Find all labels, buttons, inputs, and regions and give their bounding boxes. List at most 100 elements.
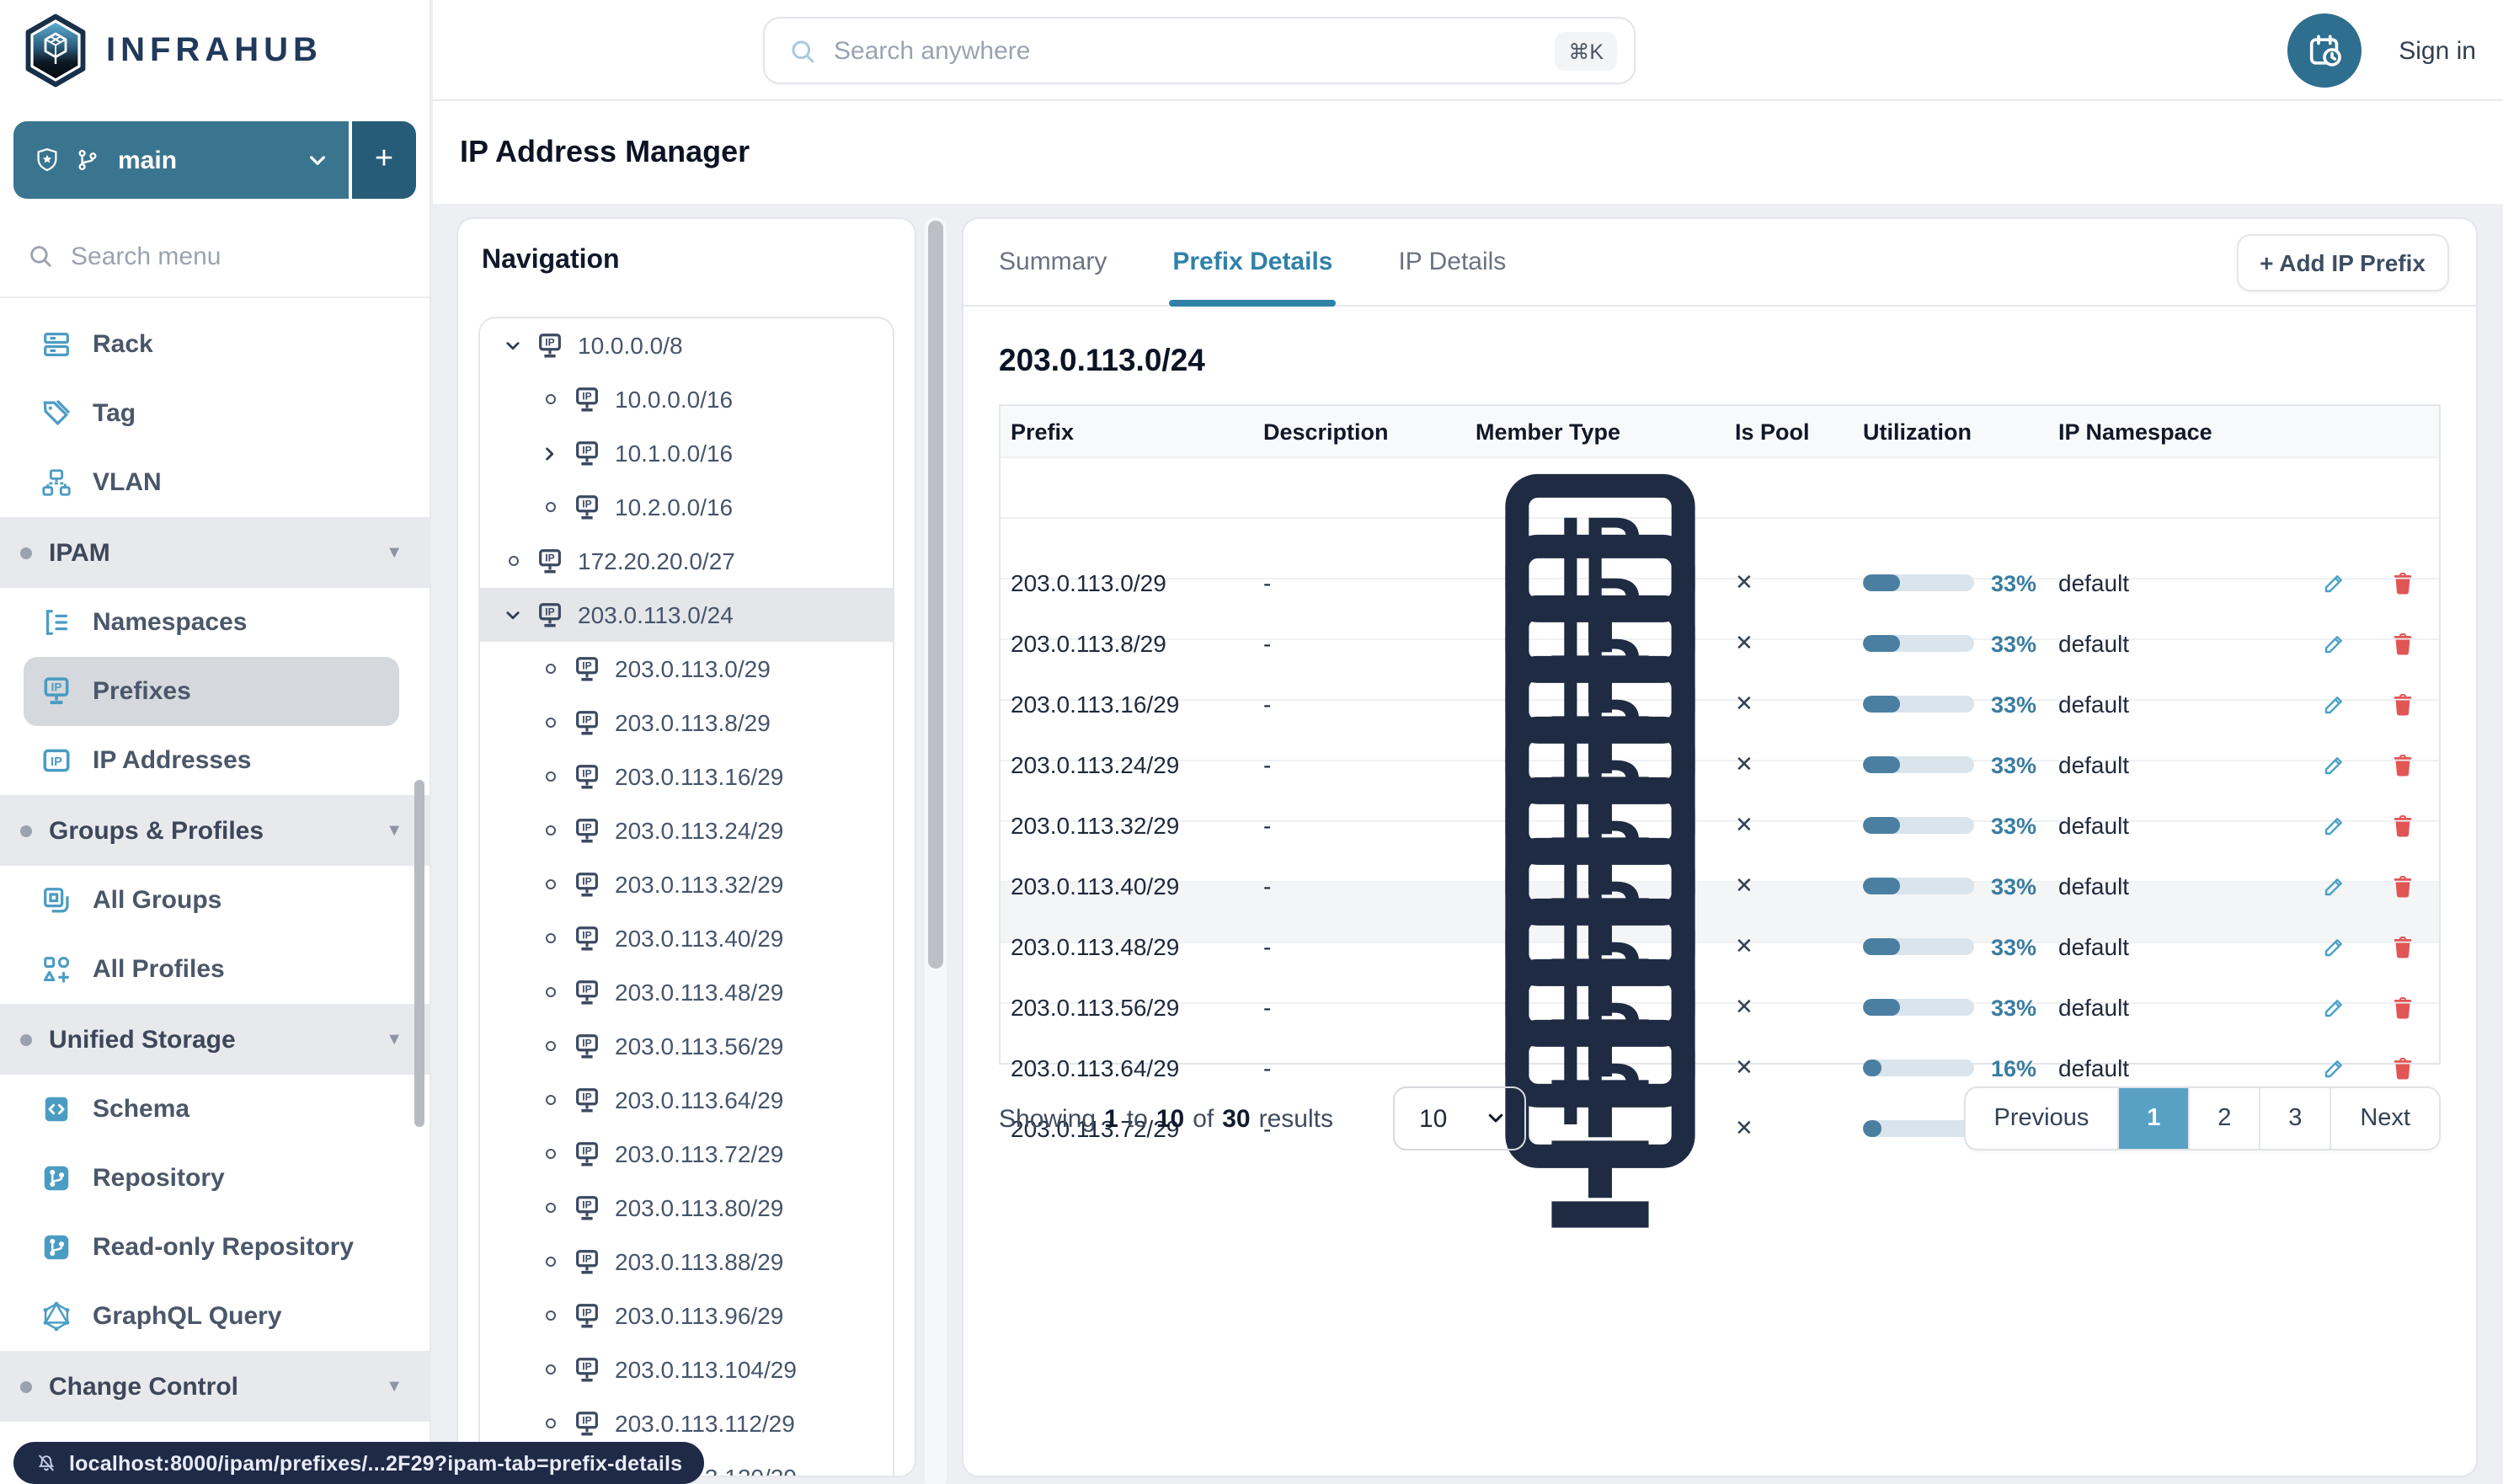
delete-prefix-button[interactable]: [2390, 873, 2415, 899]
sidebar-item-namespaces[interactable]: Namespaces: [0, 588, 430, 657]
tree-item-10-1-0-0-16[interactable]: IP 10.1.0.0/16: [480, 426, 893, 480]
sidebar-item-graphql-query[interactable]: GraphQL Query: [0, 1282, 430, 1351]
sidebar-item-read-only-repository[interactable]: Read-only Repository: [0, 1213, 430, 1282]
sidebar-section-groups-profiles[interactable]: Groups & Profiles ▼: [0, 795, 430, 866]
sidebar-item-repository[interactable]: Repository: [0, 1144, 430, 1213]
sidebar-item-vlan[interactable]: VLAN: [0, 448, 430, 517]
tree-item-label: 203.0.113.48/29: [615, 979, 784, 1006]
tree-item-10-0-0-0-8[interactable]: IP 10.0.0.0/8: [480, 318, 893, 372]
ip-prefix-icon: IP: [536, 547, 564, 575]
tree-item-203-0-113-80-29[interactable]: IP 203.0.113.80/29: [480, 1181, 893, 1235]
pagination-button-2[interactable]: 2: [2188, 1088, 2260, 1149]
brand[interactable]: INFRAHUB: [0, 0, 430, 101]
edit-prefix-button[interactable]: [2321, 995, 2346, 1020]
tree-item-203-0-113-0-24[interactable]: IP 203.0.113.0/24: [480, 588, 893, 642]
sidebar-item-all-profiles[interactable]: All Profiles: [0, 935, 430, 1004]
tree-item-10-2-0-0-16[interactable]: IP 10.2.0.0/16: [480, 480, 893, 534]
schedule-button[interactable]: [2287, 13, 2362, 88]
sidebar-section-unified-storage[interactable]: Unified Storage ▼: [0, 1004, 430, 1075]
delete-prefix-button[interactable]: [2390, 691, 2415, 717]
tab-summary[interactable]: Summary: [999, 219, 1107, 305]
sidebar-item-label: Rack: [93, 330, 153, 359]
leaf-bullet-icon: [545, 1418, 555, 1428]
sidebar-item-schema[interactable]: Schema: [0, 1075, 430, 1144]
delete-prefix-button[interactable]: [2390, 813, 2415, 838]
tree-item-203-0-113-24-29[interactable]: IP 203.0.113.24/29: [480, 803, 893, 857]
sidebar-section-ipam[interactable]: IPAM ▼: [0, 517, 430, 588]
pagination-button-previous[interactable]: Previous: [1965, 1088, 2118, 1149]
tree-item-203-0-113-88-29[interactable]: IP 203.0.113.88/29: [480, 1235, 893, 1289]
tree-item-203-0-113-32-29[interactable]: IP 203.0.113.32/29: [480, 857, 893, 911]
chevron-down-icon[interactable]: [500, 336, 526, 355]
edit-prefix-button[interactable]: [2321, 752, 2346, 777]
cell-utilization: 33%: [1853, 691, 2048, 717]
pagination-button-1[interactable]: 1: [2117, 1088, 2189, 1149]
tree-item-203-0-113-40-29[interactable]: IP 203.0.113.40/29: [480, 911, 893, 965]
current-branch-label: main: [118, 146, 178, 174]
edit-prefix-button[interactable]: [2321, 631, 2346, 656]
page-size-select[interactable]: 10: [1393, 1086, 1527, 1150]
leaf-bullet-icon: [545, 1149, 555, 1159]
add-ip-prefix-button[interactable]: + Add IP Prefix: [2236, 234, 2449, 291]
chevron-down-icon[interactable]: [500, 606, 526, 624]
edit-prefix-button[interactable]: [2321, 570, 2346, 595]
sidebar-item-all-groups[interactable]: All Groups: [0, 866, 430, 935]
tree-item-172-20-20-0-27[interactable]: IP 172.20.20.0/27: [480, 534, 893, 588]
tree-item-203-0-113-96-29[interactable]: IP 203.0.113.96/29: [480, 1289, 893, 1343]
cell-actions: [2298, 813, 2439, 838]
tree-item-203-0-113-72-29[interactable]: IP 203.0.113.72/29: [480, 1127, 893, 1181]
pagination-button-next[interactable]: Next: [2330, 1088, 2439, 1149]
tree-item-203-0-113-8-29[interactable]: IP 203.0.113.8/29: [480, 696, 893, 750]
sidebar: INFRAHUB main + Search menu Rack Tag VLAN I…: [0, 0, 431, 1484]
tree-item-203-0-113-0-29[interactable]: IP 203.0.113.0/29: [480, 642, 893, 696]
tree-item-label: 10.0.0.0/16: [615, 386, 734, 413]
navigation-scrollbar[interactable]: [925, 217, 947, 1484]
edit-prefix-button[interactable]: [2321, 691, 2346, 717]
sidebar-item-ip-addresses[interactable]: IP IP Addresses: [0, 726, 430, 795]
svg-text:IP: IP: [51, 681, 62, 693]
ip-prefix-icon: IP: [573, 870, 601, 899]
tab-prefix-details[interactable]: Prefix Details: [1169, 219, 1337, 307]
cell-actions: [2298, 752, 2439, 777]
edit-prefix-button[interactable]: [2321, 1055, 2346, 1081]
branch-selector[interactable]: main +: [13, 121, 416, 199]
sidebar-item-tag[interactable]: Tag: [0, 379, 430, 448]
tree-item-203-0-113-56-29[interactable]: IP 203.0.113.56/29: [480, 1019, 893, 1073]
delete-prefix-button[interactable]: [2390, 1055, 2415, 1081]
sidebar-item-prefixes[interactable]: IP Prefixes: [24, 657, 399, 726]
pagination-button-3[interactable]: 3: [2259, 1088, 2330, 1149]
delete-prefix-button[interactable]: [2390, 631, 2415, 656]
tree-item-203-0-113-48-29[interactable]: IP 203.0.113.48/29: [480, 965, 893, 1019]
utilization-bar-fill: [1863, 756, 1900, 773]
add-branch-button[interactable]: +: [352, 121, 416, 199]
tab-ip-details[interactable]: IP Details: [1398, 219, 1506, 305]
edit-prefix-button[interactable]: [2321, 873, 2346, 899]
tree-item-203-0-113-104-29[interactable]: IP 203.0.113.104/29: [480, 1343, 893, 1396]
chevron-right-icon[interactable]: [537, 444, 563, 462]
sidebar-section-label: Change Control: [49, 1372, 238, 1401]
sidebar-scrollbar[interactable]: [414, 780, 424, 1127]
delete-prefix-button[interactable]: [2390, 934, 2415, 959]
navigation-scrollbar-thumb[interactable]: [928, 221, 943, 969]
branch-dropdown[interactable]: main: [13, 121, 349, 199]
tree-item-203-0-113-64-29[interactable]: IP 203.0.113.64/29: [480, 1073, 893, 1127]
global-search-input[interactable]: Search anywhere ⌘K: [763, 17, 1636, 84]
edit-prefix-button[interactable]: [2321, 813, 2346, 838]
sidebar-search-input[interactable]: Search menu: [0, 199, 430, 298]
edit-prefix-button[interactable]: [2321, 934, 2346, 959]
sidebar-item-rack[interactable]: Rack: [0, 310, 430, 379]
delete-prefix-button[interactable]: [2390, 995, 2415, 1020]
table-row[interactable]: 203.0.113.0/29- IP ✕ 33% default: [1001, 456, 2439, 682]
tree-item-203-0-113-16-29[interactable]: IP 203.0.113.16/29: [480, 750, 893, 803]
cell-description: -: [1263, 751, 1272, 778]
svg-text:IP: IP: [545, 551, 554, 563]
delete-prefix-button[interactable]: [2390, 570, 2415, 595]
sign-in-link[interactable]: Sign in: [2399, 36, 2476, 65]
utilization-value: 33%: [1991, 752, 2037, 777]
sidebar-menu: Rack Tag VLAN IPAM ▼ Namespaces IP Prefixes IP IP…: [0, 298, 430, 1422]
delete-prefix-button[interactable]: [2390, 752, 2415, 777]
leaf-bullet-icon: [537, 1041, 563, 1051]
tree-item-10-0-0-0-16[interactable]: IP 10.0.0.0/16: [480, 372, 893, 426]
prefix-table: Prefix Description Member Type Is Pool Utili…: [999, 404, 2441, 1228]
sidebar-section-change-control[interactable]: Change Control ▼: [0, 1351, 430, 1422]
